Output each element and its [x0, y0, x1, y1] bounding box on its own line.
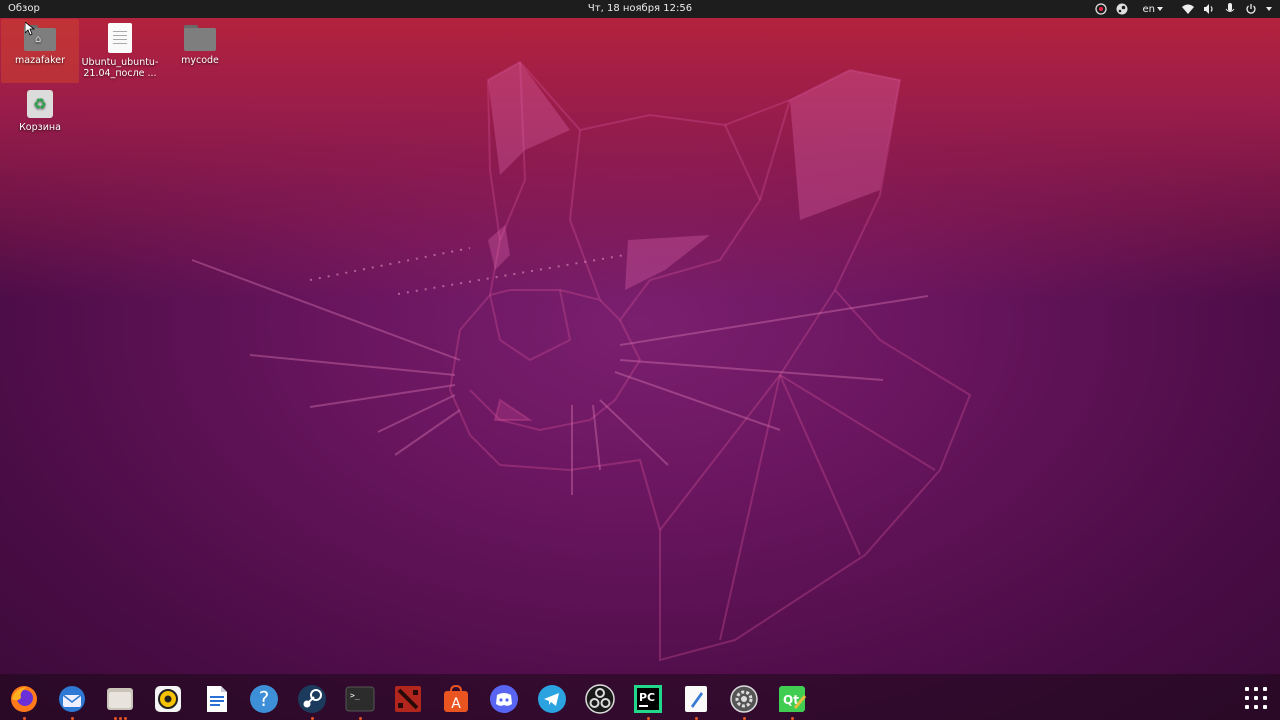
dock-app-software-center[interactable]: A	[439, 682, 473, 716]
dock-app-terminal[interactable]: >_	[343, 682, 377, 720]
desktop-icon-document[interactable]: Ubuntu_ubuntu-21.04_после ...	[81, 19, 159, 79]
power-icon[interactable]	[1245, 3, 1257, 15]
firefox-icon	[11, 686, 37, 712]
dock-app-steam[interactable]	[295, 682, 329, 720]
clock: Чт, 18 ноября 12:56	[0, 3, 1280, 14]
show-applications-grid-icon[interactable]	[1245, 687, 1267, 709]
steam-icon	[298, 685, 326, 713]
qt-creator-icon: Qt	[779, 686, 807, 712]
system-tray: en	[1094, 2, 1272, 16]
writer-icon	[207, 686, 227, 712]
dock-app-dota-2[interactable]	[391, 682, 425, 716]
svg-text:A: A	[451, 696, 461, 712]
files-icon	[107, 688, 133, 710]
activities-button[interactable]: Обзор	[8, 3, 40, 14]
mouse-cursor-icon	[25, 22, 35, 36]
steam-tray-icon[interactable]	[1116, 3, 1128, 15]
clock-label[interactable]: Чт, 18 ноября 12:56	[588, 3, 692, 14]
discord-icon	[490, 685, 518, 713]
svg-text:PC: PC	[639, 691, 655, 704]
desktop-icon-trash[interactable]: ♻ Корзина	[1, 86, 79, 133]
svg-text:?: ?	[259, 687, 270, 711]
dock-app-text-editor[interactable]	[679, 682, 713, 720]
dock-app-thunderbird[interactable]	[55, 682, 89, 720]
privacy-indicator-icon[interactable]	[1094, 3, 1107, 15]
rhythmbox-icon	[155, 686, 181, 712]
pycharm-icon: PC	[634, 685, 662, 713]
system-menu-chevron-icon[interactable]	[1266, 7, 1272, 11]
dock-app-telegram[interactable]	[535, 682, 569, 716]
desktop-icon-label: Ubuntu_ubuntu-21.04_после ...	[81, 57, 159, 79]
dock-app-qt-creator[interactable]: Qt	[775, 682, 809, 720]
dota-icon	[395, 686, 421, 712]
desktop-icon-label: Корзина	[19, 122, 61, 133]
trash-icon: ♻	[27, 90, 53, 118]
obs-icon	[585, 684, 615, 714]
dock-app-rhythmbox[interactable]	[151, 682, 185, 716]
dock-app-pycharm[interactable]: PC	[631, 682, 665, 720]
thunderbird-icon	[59, 686, 85, 712]
gear-icon	[730, 685, 758, 713]
dock-app-help[interactable]: ?	[247, 682, 281, 716]
dock-app-obs-studio[interactable]	[583, 682, 617, 716]
language-selector[interactable]: en	[1142, 3, 1163, 15]
dock-app-firefox[interactable]	[7, 682, 41, 720]
help-icon: ?	[250, 685, 278, 713]
text-editor-icon	[685, 686, 707, 712]
desktop-icon-label: mazafaker	[15, 55, 65, 66]
language-label: en	[1142, 3, 1156, 15]
dock-app-files[interactable]	[103, 682, 137, 720]
top-bar: Обзор Чт, 18 ноября 12:56 en	[0, 0, 1280, 18]
desktop-icon-label: mycode	[181, 55, 219, 66]
dock: ? >_ A PC Qt	[0, 674, 1280, 720]
microphone-icon[interactable]	[1224, 3, 1236, 15]
folder-icon	[184, 25, 216, 51]
wallpaper-cat-illustration	[191, 60, 972, 662]
svg-text:>_: >_	[350, 691, 360, 700]
desktop-icon-mycode[interactable]: mycode	[161, 19, 239, 66]
software-center-icon: A	[444, 684, 468, 712]
telegram-icon	[538, 685, 566, 713]
desktop-icon-home[interactable]: ⌂ mazafaker	[1, 19, 79, 83]
volume-icon[interactable]	[1203, 3, 1215, 15]
dock-app-settings[interactable]	[727, 682, 761, 720]
terminal-icon: >_	[345, 686, 375, 712]
wifi-icon[interactable]	[1182, 3, 1194, 15]
chevron-down-icon	[1157, 7, 1163, 11]
dock-app-libreoffice-writer[interactable]	[199, 682, 233, 716]
document-icon	[108, 23, 132, 53]
dock-app-discord[interactable]	[487, 682, 521, 716]
